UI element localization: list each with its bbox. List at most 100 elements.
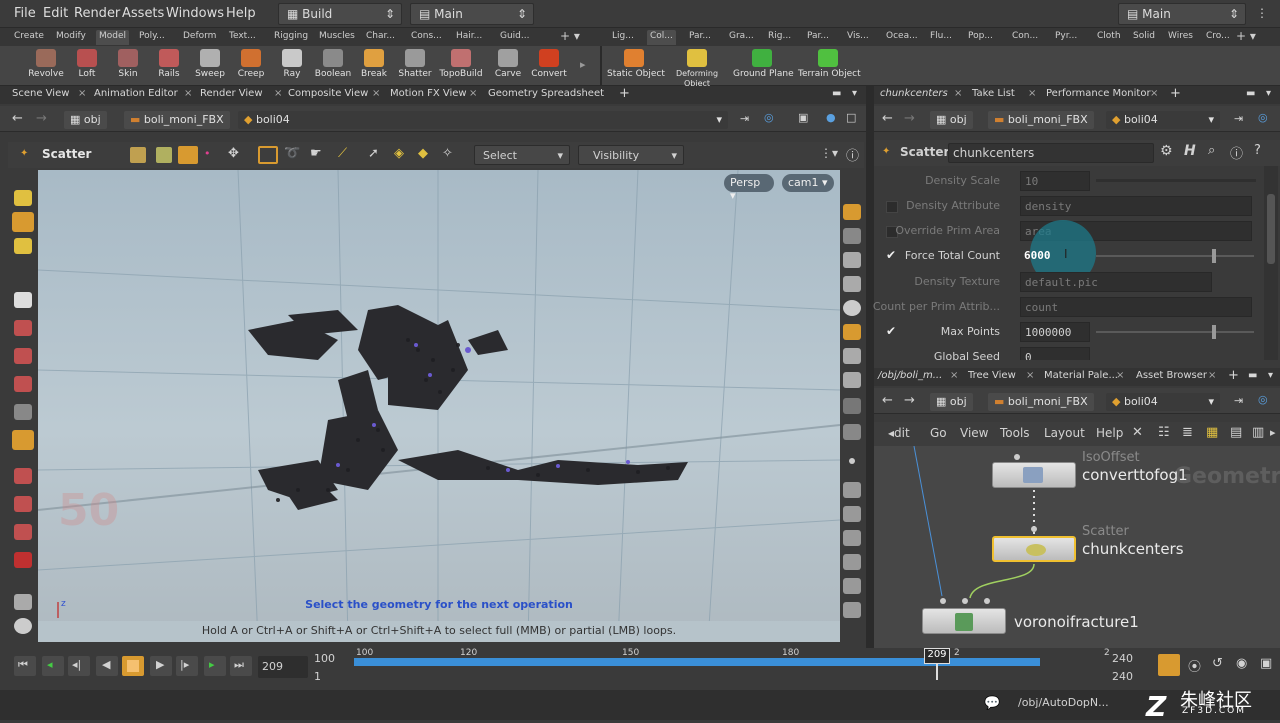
shelf-tab-lig[interactable]: Lig... (612, 30, 634, 45)
frame-icon[interactable] (843, 602, 861, 618)
shelf-tab-pyr[interactable]: Pyr... (1055, 30, 1077, 45)
stop-icon[interactable] (122, 656, 144, 676)
pose-icon[interactable] (14, 404, 32, 420)
close-icon[interactable]: × (274, 88, 282, 99)
move-icon[interactable] (14, 320, 32, 336)
menu-edit[interactable]: Edit (43, 6, 68, 21)
density-texture-field[interactable]: default.pic (1020, 272, 1212, 292)
chat-icon[interactable]: 💬 (984, 696, 1000, 711)
node-input-dot[interactable] (1031, 526, 1037, 532)
list-icon[interactable]: ≣ (1182, 425, 1193, 440)
breadcrumb-obj[interactable]: ▦ obj (930, 111, 973, 129)
step-end-icon[interactable]: ▸ (204, 656, 226, 676)
add-tab-icon[interactable]: + ▾ (1236, 28, 1256, 43)
current-frame-field[interactable]: 209 (258, 656, 308, 678)
pane-menu-icon[interactable]: ▬ (1246, 88, 1255, 99)
help-icon[interactable]: ⓘ (846, 145, 859, 164)
normal-icon[interactable] (843, 482, 861, 498)
light-icon[interactable] (843, 324, 861, 340)
shelf-tab-ocea[interactable]: Ocea... (886, 30, 918, 45)
play-reverse-icon[interactable]: ◀ (96, 656, 118, 676)
shelf-tab-cro[interactable]: Cro... (1206, 30, 1230, 45)
tab-composite-view[interactable]: Composite View (288, 88, 368, 99)
camera-icon[interactable] (843, 276, 861, 292)
settings-icon[interactable]: ▣ (1260, 656, 1272, 671)
tool-convert[interactable]: Convert (527, 46, 571, 86)
laser-icon[interactable]: ⟋ (338, 146, 347, 161)
uv-icon[interactable] (843, 554, 861, 570)
shelf-tab-par2[interactable]: Par... (807, 30, 829, 45)
gear-icon[interactable]: ⚙ (1160, 143, 1173, 159)
menu-tools[interactable]: Tools (1000, 426, 1030, 440)
menu-layout[interactable]: Layout (1044, 426, 1085, 440)
loop-icon[interactable]: ↺ (1212, 656, 1223, 671)
tool-ground-plane[interactable]: Ground Plane (733, 46, 794, 86)
force-total-count-field[interactable]: 6000 (1020, 246, 1090, 266)
menu-assets[interactable]: Assets (122, 6, 164, 21)
tool-topobuild[interactable]: TopoBuild (439, 46, 483, 86)
wrench-icon[interactable]: ✕ (1132, 425, 1143, 440)
breadcrumb-boli04[interactable]: ◆ boli04 ▾ (238, 111, 728, 129)
frame-marker[interactable]: 209 (924, 648, 950, 664)
node-chunkcenters[interactable] (992, 536, 1076, 562)
node-input-dot[interactable] (962, 598, 968, 604)
shelf-tab-solid[interactable]: Solid (1133, 30, 1155, 45)
shelf-tab-poly[interactable]: Poly... (139, 30, 165, 45)
tree-icon[interactable]: ☷ (1158, 425, 1170, 440)
scrollbar-thumb[interactable] (1267, 194, 1275, 264)
node-input-dot[interactable] (984, 598, 990, 604)
menu-help[interactable]: Help (226, 6, 256, 21)
pin-icon[interactable]: ⇥ (740, 112, 749, 125)
add-tab-icon[interactable]: + ▾ (560, 28, 580, 43)
node-input-dot[interactable] (1014, 454, 1020, 460)
close-icon[interactable]: × (184, 88, 192, 99)
close-icon[interactable]: × (1208, 370, 1216, 381)
menu-go[interactable]: Go (930, 426, 947, 440)
max-points-field[interactable]: 1000000 (1020, 322, 1090, 342)
realtime-icon[interactable]: ⦿ (1188, 656, 1201, 675)
hscript-icon[interactable]: H (1184, 143, 1196, 159)
visibility-dropdown[interactable]: Visibility ▾ (578, 145, 684, 165)
jump-start-icon[interactable]: ⏮ (14, 656, 36, 676)
tool-boolean[interactable]: Boolean (311, 46, 355, 86)
shelf-tab-col[interactable]: Col... (647, 30, 676, 45)
tool-skin[interactable]: Skin (106, 46, 150, 86)
pane-dropdown-icon[interactable]: ▾ (1268, 370, 1273, 381)
breadcrumb-boli04[interactable]: ◆ boli04 ▾ (1106, 393, 1220, 411)
tool-ray[interactable]: Ray (270, 46, 314, 86)
shelf-tab-text[interactable]: Text... (229, 30, 256, 45)
tab-chunkcenters[interactable]: chunkcenters (880, 88, 948, 99)
cube-icon[interactable]: ▣ (798, 111, 808, 124)
step-start-icon[interactable]: ◂ (42, 656, 64, 676)
shelf-tab-cons[interactable]: Cons... (411, 30, 442, 45)
shelf-tab-model[interactable]: Model (96, 30, 130, 45)
forward-arrow-icon[interactable]: → (36, 111, 47, 126)
shelf-scroll-icon[interactable]: ▸ (580, 58, 586, 71)
sticky-icon[interactable]: ✧ (442, 146, 453, 161)
handle-tool-icon[interactable] (14, 238, 32, 254)
pencil-icon[interactable] (843, 506, 861, 522)
tool-static-object[interactable]: Static Object (607, 46, 665, 86)
density-attribute-field[interactable]: density (1020, 196, 1252, 216)
persp-menu[interactable]: Persp ▾ (724, 174, 774, 202)
tab-scene-view[interactable]: Scene View (12, 88, 69, 99)
tool-shatter[interactable]: Shatter (393, 46, 437, 86)
shelf-tab-char[interactable]: Char... (366, 30, 395, 45)
number-icon[interactable] (843, 530, 861, 546)
arrow-icon[interactable] (14, 292, 32, 308)
tool-terrain-object[interactable]: Terrain Object (798, 46, 861, 86)
slider-handle[interactable] (1212, 325, 1216, 339)
lock-icon[interactable] (843, 252, 861, 268)
link-icon[interactable]: ◎ (1258, 111, 1268, 124)
options-icon[interactable]: ⋮▾ (820, 146, 838, 160)
shelf-tab-modify[interactable]: Modify (56, 30, 86, 45)
tab-render-view[interactable]: Render View (200, 88, 263, 99)
back-arrow-icon[interactable]: ← (882, 393, 893, 408)
sphere-icon[interactable] (14, 618, 32, 634)
node-voronoifracture1[interactable] (922, 608, 1006, 634)
pin-icon[interactable]: ⇥ (1234, 394, 1243, 407)
shelf-tab-flu[interactable]: Flu... (930, 30, 952, 45)
box-select-icon[interactable] (258, 146, 278, 164)
layout-icon[interactable]: ▥ (1252, 425, 1264, 440)
breadcrumb-boli04[interactable]: ◆ boli04 ▾ (1106, 111, 1220, 129)
